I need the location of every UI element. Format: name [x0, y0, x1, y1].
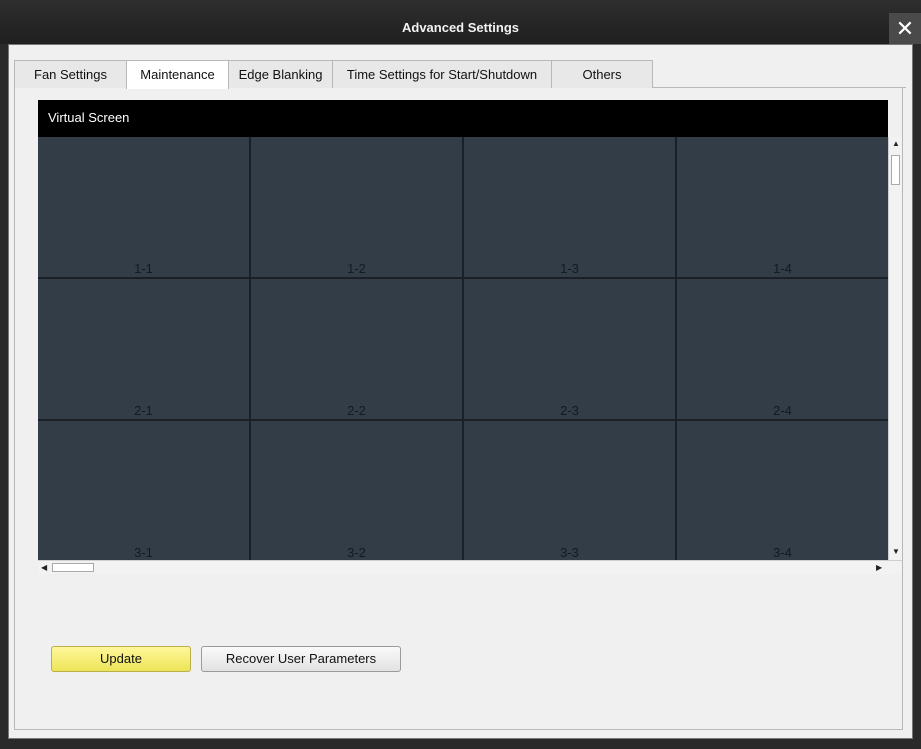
tab-others[interactable]: Others: [551, 60, 653, 88]
recover-user-parameters-button[interactable]: Recover User Parameters: [201, 646, 401, 672]
virtual-screen-grid[interactable]: 1-1 1-2 1-3 1-4 2-1 2-2 2-3 2-4 3-1 3-2 3-3 3-4: [38, 137, 888, 560]
close-button[interactable]: ✕: [889, 13, 921, 44]
tab-edge-blanking[interactable]: Edge Blanking: [228, 60, 333, 88]
screen-cell[interactable]: 1-1: [38, 137, 249, 277]
tab-maintenance[interactable]: Maintenance: [126, 60, 229, 89]
scroll-right-icon[interactable]: ▶: [876, 563, 882, 573]
tab-time-settings[interactable]: Time Settings for Start/Shutdown: [332, 60, 552, 88]
scroll-up-icon[interactable]: ▲: [892, 139, 900, 149]
tab-strip: Fan Settings Maintenance Edge Blanking T…: [14, 60, 653, 89]
screen-cell[interactable]: 2-1: [38, 279, 249, 419]
screen-cell[interactable]: 2-4: [677, 279, 888, 419]
screen-cell-label: 3-3: [560, 545, 579, 560]
tab-fan-settings[interactable]: Fan Settings: [14, 60, 127, 88]
screen-cell[interactable]: 3-3: [464, 421, 675, 560]
screen-cell[interactable]: 2-2: [251, 279, 462, 419]
screen-cell-label: 1-3: [560, 261, 579, 276]
screen-cell-label: 3-2: [347, 545, 366, 560]
screen-cell[interactable]: 3-4: [677, 421, 888, 560]
screen-cell[interactable]: 2-3: [464, 279, 675, 419]
screen-cell-label: 2-4: [773, 403, 792, 418]
screen-cell-label: 3-4: [773, 545, 792, 560]
tab-strip-line: [652, 87, 906, 88]
screen-cell[interactable]: 1-2: [251, 137, 462, 277]
horizontal-scrollbar[interactable]: ◀ ▶: [38, 560, 902, 574]
virtual-screen-header: Virtual Screen: [38, 100, 888, 137]
update-button[interactable]: Update: [51, 646, 191, 672]
title-bar[interactable]: Advanced Settings ✕: [0, 0, 921, 44]
screen-cell[interactable]: 3-2: [251, 421, 462, 560]
vertical-scroll-thumb[interactable]: [891, 155, 900, 185]
scroll-down-icon[interactable]: ▼: [892, 547, 900, 557]
screen-cell[interactable]: 1-4: [677, 137, 888, 277]
screen-cell[interactable]: 3-1: [38, 421, 249, 560]
horizontal-scroll-thumb[interactable]: [52, 563, 94, 572]
advanced-settings-window: Advanced Settings ✕ Fan Settings Mainten…: [0, 0, 921, 749]
screen-cell-label: 1-2: [347, 261, 366, 276]
screen-cell-label: 2-1: [134, 403, 153, 418]
close-icon: ✕: [895, 16, 915, 41]
button-area: [38, 574, 902, 716]
screen-cell-label: 1-1: [134, 261, 153, 276]
scroll-left-icon[interactable]: ◀: [41, 563, 47, 573]
screen-cell-label: 2-2: [347, 403, 366, 418]
vertical-scrollbar[interactable]: ▲ ▼: [888, 137, 902, 560]
screen-cell-label: 3-1: [134, 545, 153, 560]
screen-cell-label: 1-4: [773, 261, 792, 276]
window-title: Advanced Settings: [401, 20, 520, 35]
screen-cell-label: 2-3: [560, 403, 579, 418]
screen-cell[interactable]: 1-3: [464, 137, 675, 277]
